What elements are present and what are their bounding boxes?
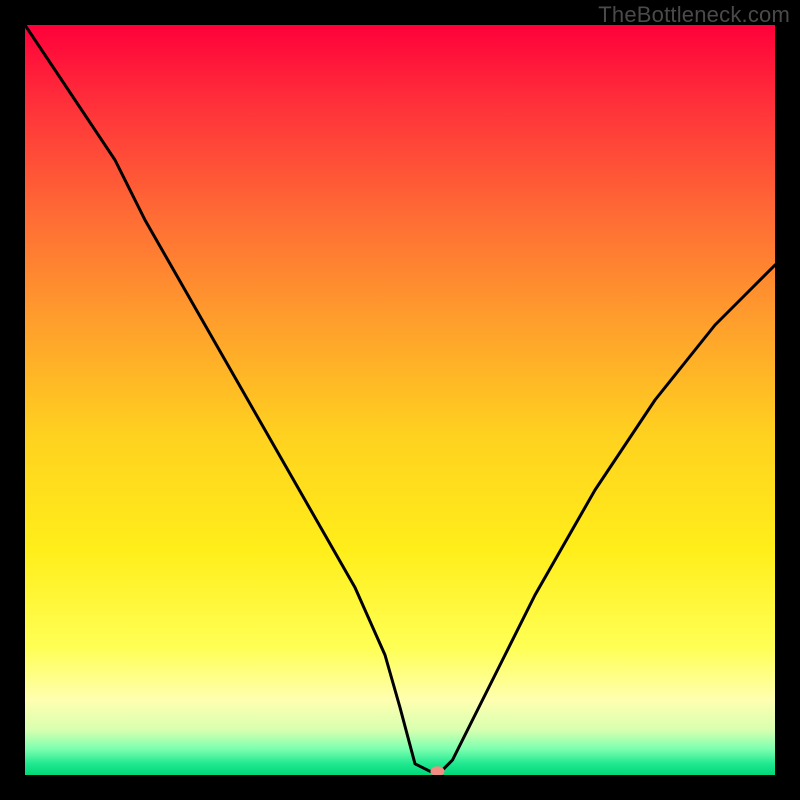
gradient-background bbox=[25, 25, 775, 775]
watermark-text: TheBottleneck.com bbox=[598, 2, 790, 28]
chart-frame: TheBottleneck.com bbox=[0, 0, 800, 800]
bottleneck-curve-plot bbox=[25, 25, 775, 775]
